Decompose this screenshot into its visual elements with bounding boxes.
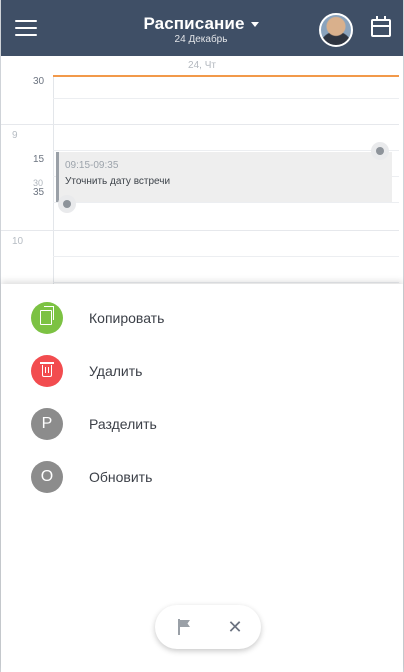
app-frame: Расписание 24 Декабрь 24, Чт 30 9 15 30 … (0, 0, 404, 672)
trash-icon (31, 355, 63, 387)
day-calendar[interactable]: 24, Чт 30 9 15 30 35 10 09:15-09:35 Уточ… (1, 56, 403, 288)
user-avatar[interactable] (319, 13, 353, 47)
current-time-line (53, 75, 399, 77)
minute-label-35: 35 (33, 187, 45, 198)
split-letter-icon: P (31, 408, 63, 440)
copy-label: Копировать (89, 310, 165, 326)
minute-label-15: 15 (33, 154, 45, 165)
hamburger-menu-icon[interactable] (15, 20, 37, 36)
app-header: Расписание 24 Декабрь (1, 0, 403, 56)
flag-icon[interactable] (178, 619, 192, 635)
split-label: Разделить (89, 416, 157, 432)
time-label-top: 30 (33, 76, 45, 87)
calendar-event[interactable]: 09:15-09:35 Уточнить дату встречи (56, 152, 392, 202)
bottom-action-pill: ✕ (155, 605, 261, 649)
event-time-range: 09:15-09:35 (65, 160, 119, 171)
calendar-icon[interactable] (371, 16, 391, 37)
slot-line (53, 202, 399, 203)
update-action[interactable]: O Обновить (31, 461, 371, 501)
event-resize-handle-bottom[interactable] (58, 195, 76, 213)
delete-action[interactable]: Удалить (31, 355, 371, 395)
update-label: Обновить (89, 469, 153, 485)
title-dropdown[interactable]: Расписание 24 Декабрь (121, 14, 281, 45)
copy-action[interactable]: Копировать (31, 302, 371, 342)
slot-line (53, 282, 399, 283)
hour-label-10: 10 (12, 236, 24, 247)
slot-line (53, 150, 399, 151)
hour-label-9: 9 (12, 130, 18, 141)
slot-line (53, 256, 399, 257)
day-label: 24, Чт (188, 60, 216, 71)
event-resize-handle-top[interactable] (371, 142, 389, 160)
page-subtitle: 24 Декабрь (174, 34, 228, 45)
delete-label: Удалить (89, 363, 143, 379)
caret-down-icon (250, 22, 259, 28)
event-title: Уточнить дату встречи (65, 176, 171, 187)
slot-line (53, 98, 399, 99)
page-title: Расписание (121, 14, 281, 34)
hour-line (1, 230, 399, 231)
split-action[interactable]: P Разделить (31, 408, 371, 448)
update-letter-icon: O (31, 461, 63, 493)
close-icon[interactable]: ✕ (225, 617, 245, 637)
copy-icon (31, 302, 63, 334)
hour-line (1, 124, 399, 125)
